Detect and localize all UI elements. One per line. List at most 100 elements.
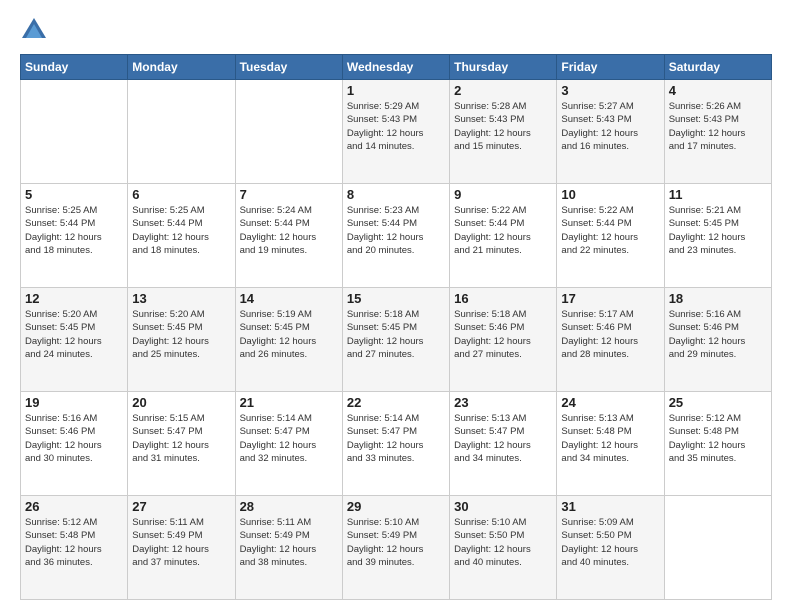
day-number: 29 xyxy=(347,499,445,514)
day-number: 28 xyxy=(240,499,338,514)
day-number: 11 xyxy=(669,187,767,202)
day-number: 7 xyxy=(240,187,338,202)
day-number: 17 xyxy=(561,291,659,306)
calendar-week-2: 5 Sunrise: 5:25 AM Sunset: 5:44 PM Daylig… xyxy=(21,184,772,288)
header xyxy=(20,16,772,44)
day-number: 4 xyxy=(669,83,767,98)
calendar-cell: 4Sunrise: 5:26 AM Sunset: 5:43 PM Daylig… xyxy=(664,80,771,184)
logo xyxy=(20,16,52,44)
day-number: 22 xyxy=(347,395,445,410)
weekday-header-saturday: Saturday xyxy=(664,55,771,80)
day-number: 9 xyxy=(454,187,552,202)
day-info: Sunrise: 5:14 AM Sunset: 5:47 PM Dayligh… xyxy=(347,412,445,465)
day-info: Sunrise: 5:25 AM Sunset: 5:44 PM Dayligh… xyxy=(132,204,230,257)
calendar-cell: 19 Sunrise: 5:16 AM Sunset: 5:46 PM Dayli… xyxy=(21,392,128,496)
day-number: 25 xyxy=(669,395,767,410)
day-number: 21 xyxy=(240,395,338,410)
day-info: Sunrise: 5:25 AM Sunset: 5:44 PM Dayligh… xyxy=(25,204,123,257)
calendar-week-5: 26Sunrise: 5:12 AM Sunset: 5:48 PM Dayli… xyxy=(21,496,772,600)
day-info: Sunrise: 5:24 AM Sunset: 5:44 PM Dayligh… xyxy=(240,204,338,257)
day-number: 15 xyxy=(347,291,445,306)
calendar-cell: 29 Sunrise: 5:10 AM Sunset: 5:49 PM Dayli… xyxy=(342,496,449,600)
calendar-cell: 31 Sunrise: 5:09 AM Sunset: 5:50 PM Dayli… xyxy=(557,496,664,600)
day-info: Sunrise: 5:12 AM Sunset: 5:48 PM Dayligh… xyxy=(669,412,767,465)
day-info: Sunrise: 5:10 AM Sunset: 5:49 PM Dayligh… xyxy=(347,516,445,569)
calendar-week-3: 12 Sunrise: 5:20 AM Sunset: 5:45 PM Dayli… xyxy=(21,288,772,392)
day-number: 12 xyxy=(25,291,123,306)
calendar-cell: 1 Sunrise: 5:29 AM Sunset: 5:43 PM Daylig… xyxy=(342,80,449,184)
day-info: Sunrise: 5:17 AM Sunset: 5:46 PM Dayligh… xyxy=(561,308,659,361)
calendar-cell: 13 Sunrise: 5:20 AM Sunset: 5:45 PM Dayli… xyxy=(128,288,235,392)
calendar-cell: 22 Sunrise: 5:14 AM Sunset: 5:47 PM Dayli… xyxy=(342,392,449,496)
calendar-cell: 26Sunrise: 5:12 AM Sunset: 5:48 PM Dayli… xyxy=(21,496,128,600)
day-number: 27 xyxy=(132,499,230,514)
weekday-header-friday: Friday xyxy=(557,55,664,80)
day-number: 23 xyxy=(454,395,552,410)
calendar-week-4: 19 Sunrise: 5:16 AM Sunset: 5:46 PM Dayli… xyxy=(21,392,772,496)
calendar-cell: 15 Sunrise: 5:18 AM Sunset: 5:45 PM Dayli… xyxy=(342,288,449,392)
day-info: Sunrise: 5:20 AM Sunset: 5:45 PM Dayligh… xyxy=(25,308,123,361)
day-number: 19 xyxy=(25,395,123,410)
day-info: Sunrise: 5:28 AM Sunset: 5:43 PM Dayligh… xyxy=(454,100,552,153)
day-number: 13 xyxy=(132,291,230,306)
weekday-header-wednesday: Wednesday xyxy=(342,55,449,80)
day-number: 31 xyxy=(561,499,659,514)
calendar-cell: 9 Sunrise: 5:22 AM Sunset: 5:44 PM Daylig… xyxy=(450,184,557,288)
day-info: Sunrise: 5:09 AM Sunset: 5:50 PM Dayligh… xyxy=(561,516,659,569)
day-info: Sunrise: 5:13 AM Sunset: 5:48 PM Dayligh… xyxy=(561,412,659,465)
calendar-cell: 3 Sunrise: 5:27 AM Sunset: 5:43 PM Daylig… xyxy=(557,80,664,184)
day-info: Sunrise: 5:18 AM Sunset: 5:46 PM Dayligh… xyxy=(454,308,552,361)
day-number: 8 xyxy=(347,187,445,202)
day-number: 6 xyxy=(132,187,230,202)
day-number: 20 xyxy=(132,395,230,410)
calendar-cell xyxy=(21,80,128,184)
weekday-header-monday: Monday xyxy=(128,55,235,80)
logo-icon xyxy=(20,16,48,44)
calendar-cell: 6 Sunrise: 5:25 AM Sunset: 5:44 PM Daylig… xyxy=(128,184,235,288)
day-number: 1 xyxy=(347,83,445,98)
day-info: Sunrise: 5:16 AM Sunset: 5:46 PM Dayligh… xyxy=(25,412,123,465)
calendar-cell: 14 Sunrise: 5:19 AM Sunset: 5:45 PM Dayli… xyxy=(235,288,342,392)
day-info: Sunrise: 5:10 AM Sunset: 5:50 PM Dayligh… xyxy=(454,516,552,569)
calendar-cell: 27Sunrise: 5:11 AM Sunset: 5:49 PM Dayli… xyxy=(128,496,235,600)
day-info: Sunrise: 5:27 AM Sunset: 5:43 PM Dayligh… xyxy=(561,100,659,153)
calendar-cell: 28Sunrise: 5:11 AM Sunset: 5:49 PM Dayli… xyxy=(235,496,342,600)
day-number: 14 xyxy=(240,291,338,306)
calendar-cell xyxy=(664,496,771,600)
day-info: Sunrise: 5:16 AM Sunset: 5:46 PM Dayligh… xyxy=(669,308,767,361)
calendar-cell: 5 Sunrise: 5:25 AM Sunset: 5:44 PM Daylig… xyxy=(21,184,128,288)
calendar-cell: 21Sunrise: 5:14 AM Sunset: 5:47 PM Dayli… xyxy=(235,392,342,496)
day-info: Sunrise: 5:15 AM Sunset: 5:47 PM Dayligh… xyxy=(132,412,230,465)
day-info: Sunrise: 5:19 AM Sunset: 5:45 PM Dayligh… xyxy=(240,308,338,361)
day-number: 18 xyxy=(669,291,767,306)
calendar-cell: 25 Sunrise: 5:12 AM Sunset: 5:48 PM Dayli… xyxy=(664,392,771,496)
calendar-cell: 20 Sunrise: 5:15 AM Sunset: 5:47 PM Dayli… xyxy=(128,392,235,496)
page: SundayMondayTuesdayWednesdayThursdayFrid… xyxy=(0,0,792,612)
calendar-cell: 16Sunrise: 5:18 AM Sunset: 5:46 PM Dayli… xyxy=(450,288,557,392)
day-number: 10 xyxy=(561,187,659,202)
day-info: Sunrise: 5:29 AM Sunset: 5:43 PM Dayligh… xyxy=(347,100,445,153)
day-number: 3 xyxy=(561,83,659,98)
calendar-week-1: 1 Sunrise: 5:29 AM Sunset: 5:43 PM Daylig… xyxy=(21,80,772,184)
calendar-cell: 11Sunrise: 5:21 AM Sunset: 5:45 PM Dayli… xyxy=(664,184,771,288)
day-number: 5 xyxy=(25,187,123,202)
day-number: 24 xyxy=(561,395,659,410)
day-number: 26 xyxy=(25,499,123,514)
day-info: Sunrise: 5:20 AM Sunset: 5:45 PM Dayligh… xyxy=(132,308,230,361)
day-info: Sunrise: 5:18 AM Sunset: 5:45 PM Dayligh… xyxy=(347,308,445,361)
calendar-cell: 7 Sunrise: 5:24 AM Sunset: 5:44 PM Daylig… xyxy=(235,184,342,288)
calendar-cell: 30 Sunrise: 5:10 AM Sunset: 5:50 PM Dayli… xyxy=(450,496,557,600)
day-info: Sunrise: 5:13 AM Sunset: 5:47 PM Dayligh… xyxy=(454,412,552,465)
weekday-header-row: SundayMondayTuesdayWednesdayThursdayFrid… xyxy=(21,55,772,80)
calendar-cell: 23 Sunrise: 5:13 AM Sunset: 5:47 PM Dayli… xyxy=(450,392,557,496)
day-info: Sunrise: 5:23 AM Sunset: 5:44 PM Dayligh… xyxy=(347,204,445,257)
day-number: 30 xyxy=(454,499,552,514)
day-info: Sunrise: 5:22 AM Sunset: 5:44 PM Dayligh… xyxy=(454,204,552,257)
calendar-cell: 18 Sunrise: 5:16 AM Sunset: 5:46 PM Dayli… xyxy=(664,288,771,392)
weekday-header-sunday: Sunday xyxy=(21,55,128,80)
day-number: 2 xyxy=(454,83,552,98)
weekday-header-thursday: Thursday xyxy=(450,55,557,80)
calendar-table: SundayMondayTuesdayWednesdayThursdayFrid… xyxy=(20,54,772,600)
calendar-cell xyxy=(128,80,235,184)
calendar-cell: 10Sunrise: 5:22 AM Sunset: 5:44 PM Dayli… xyxy=(557,184,664,288)
